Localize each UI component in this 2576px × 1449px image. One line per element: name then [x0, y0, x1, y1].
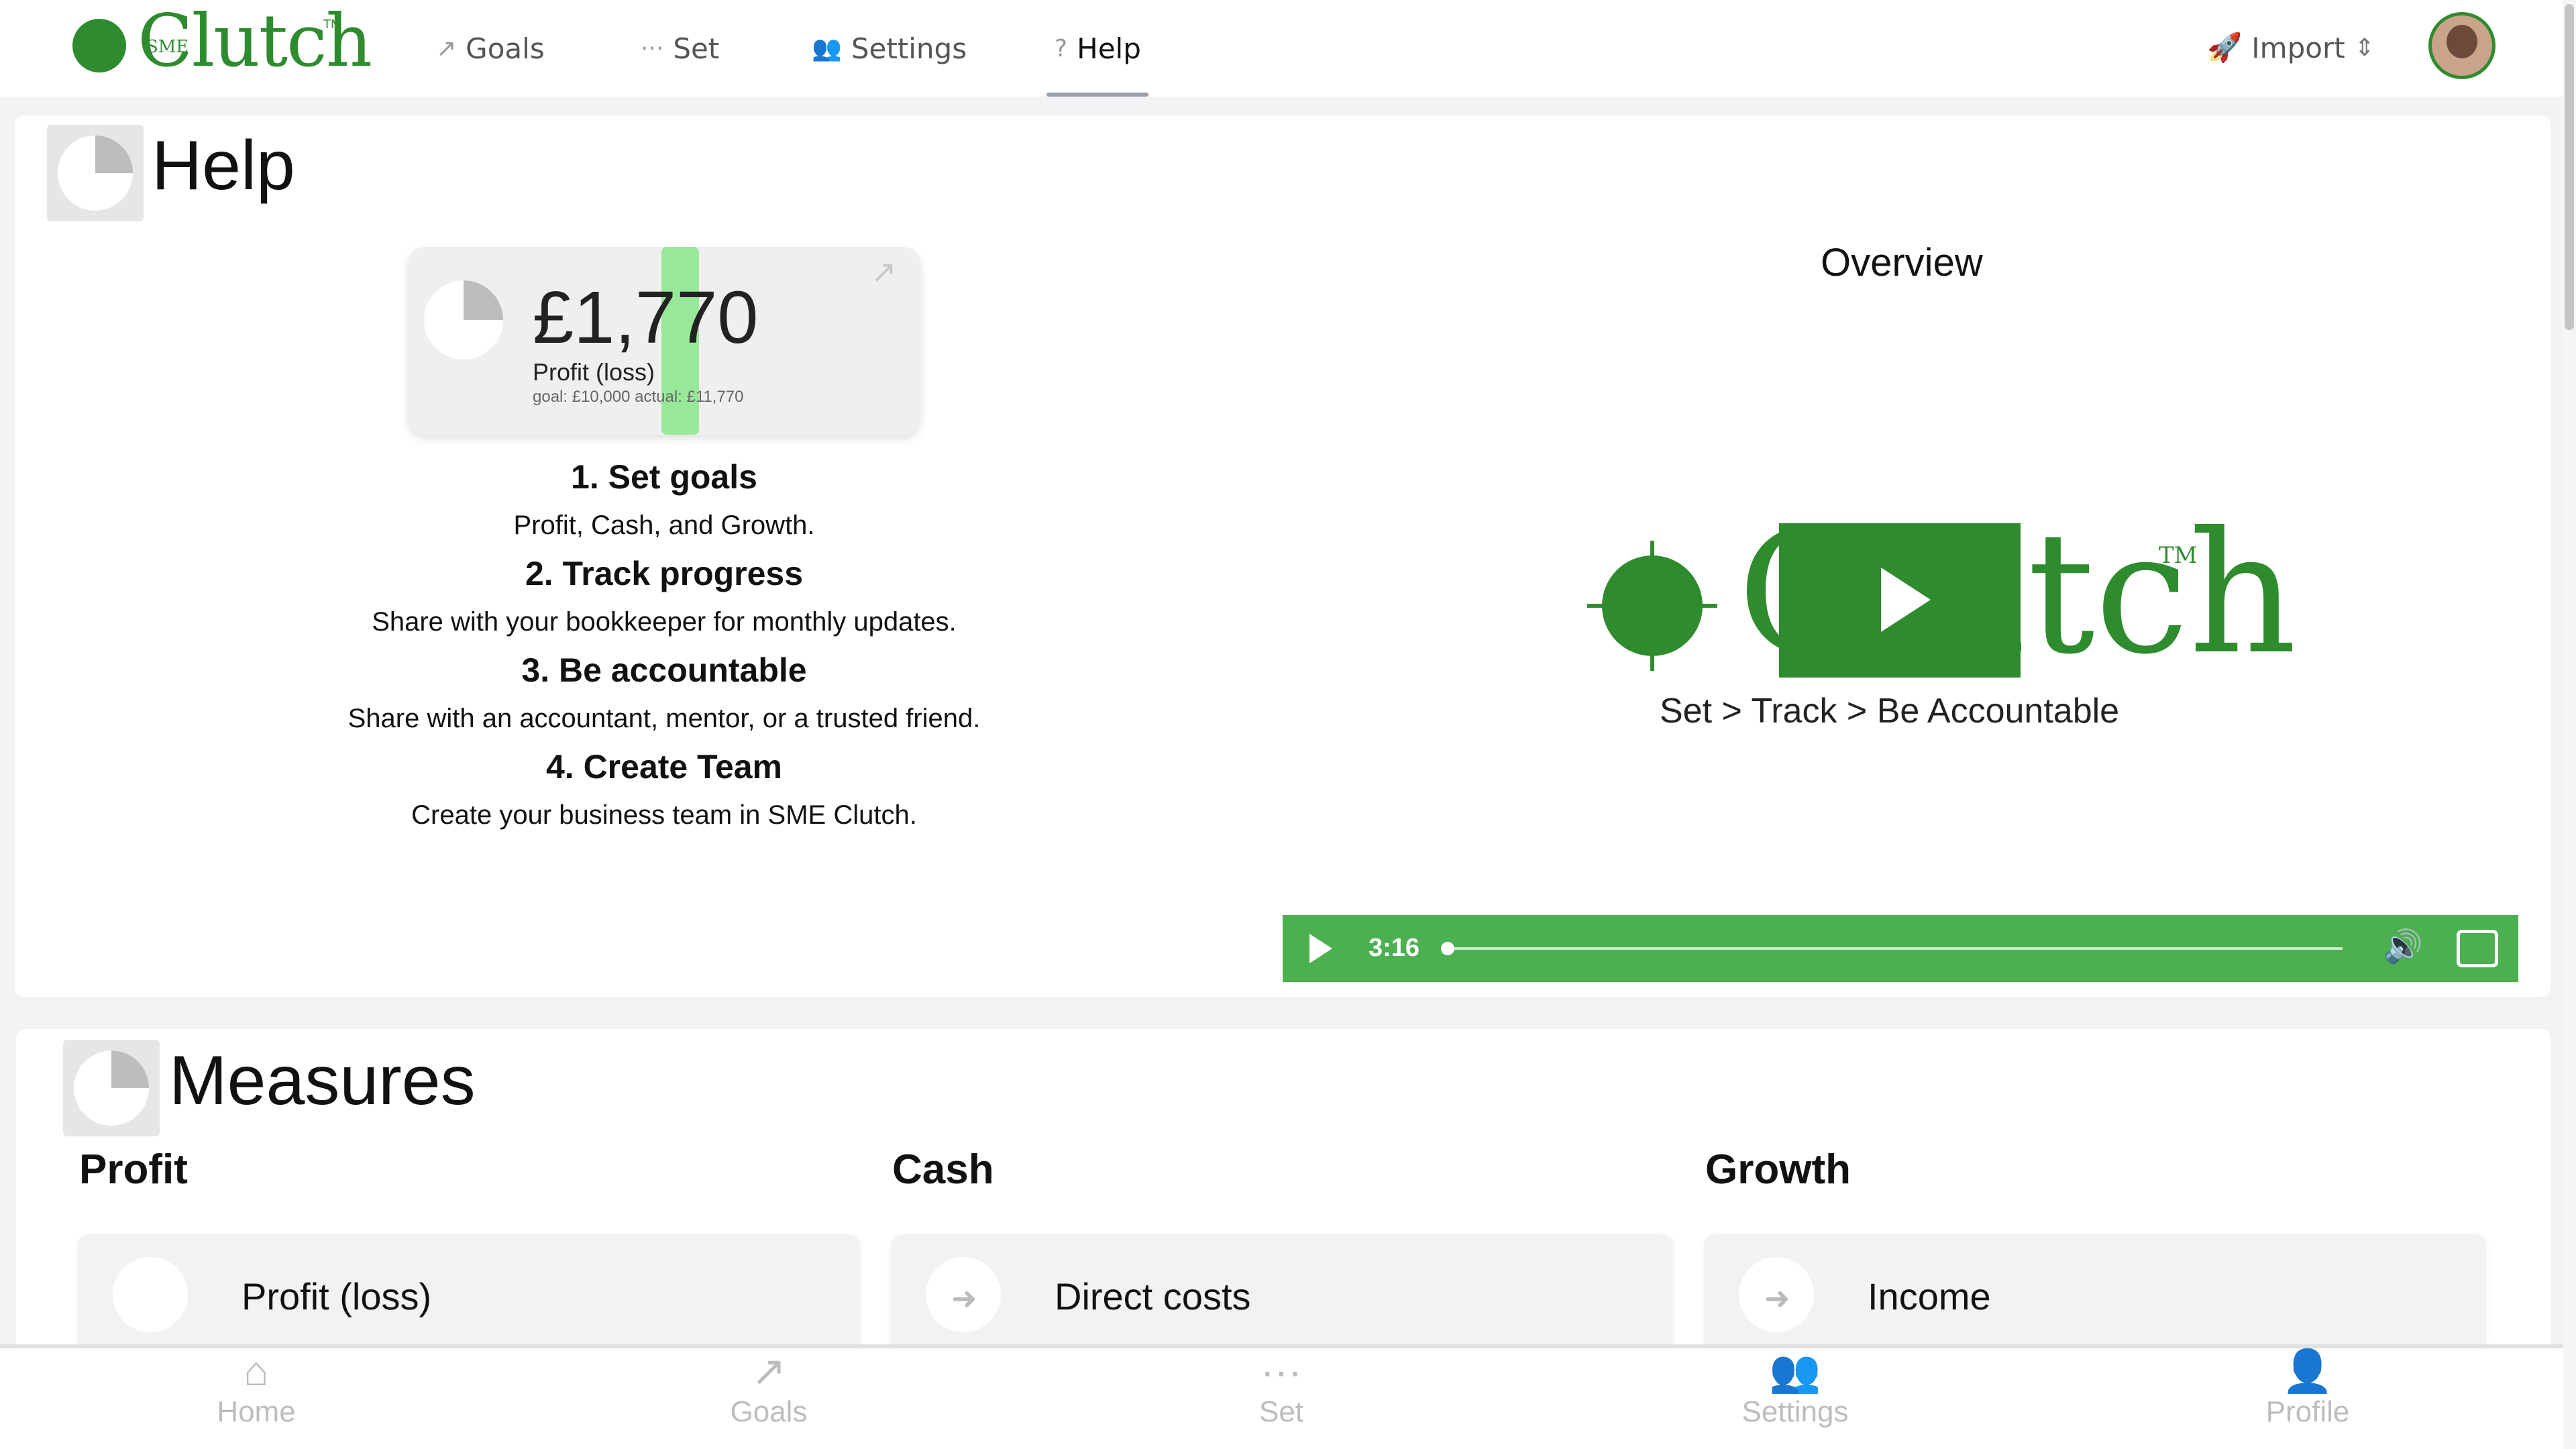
bottom-nav-label: Set — [1258, 1395, 1304, 1428]
step-title: 4. Create Team — [545, 748, 783, 786]
column-heading-growth: Growth — [1705, 1146, 1851, 1193]
video-time: 3:16 — [1368, 934, 1420, 962]
import-label: Import — [2251, 31, 2345, 64]
help-steps: 1. Set goals Profit, Cash, and Growth. 2… — [221, 453, 1107, 840]
step-desc: Create your business team in SME Clutch. — [411, 800, 917, 830]
help-section-icon — [47, 125, 144, 221]
kpi-value: £1,770 — [533, 276, 759, 359]
measure-label: Direct costs — [1055, 1275, 1251, 1318]
home-icon: ⌂ — [244, 1348, 269, 1395]
clutch-logo-icon[interactable] — [72, 19, 126, 72]
bottom-nav-goals[interactable]: ↗ Goals — [668, 1348, 869, 1429]
trend-icon: ↗ — [436, 34, 457, 62]
bottom-nav-label: Home — [217, 1395, 296, 1428]
question-icon: ? — [1055, 34, 1068, 62]
step-title: 1. Set goals — [571, 458, 757, 496]
nav-set[interactable]: ··· Set — [641, 32, 720, 65]
bottom-nav-set[interactable]: ··· Set — [1181, 1348, 1382, 1429]
video-title: Overview — [1821, 241, 1983, 284]
step-title: 3. Be accountable — [521, 651, 807, 689]
logo-sme-text: SME — [146, 37, 189, 57]
arrow-right-icon: ➜ — [951, 1280, 977, 1316]
bottom-nav-home[interactable]: ⌂ Home — [156, 1348, 357, 1429]
fullscreen-icon[interactable] — [2457, 930, 2498, 967]
nav-settings[interactable]: 👥 Settings — [812, 32, 967, 65]
dots-icon: ··· — [641, 34, 664, 62]
nav-active-indicator — [1046, 93, 1148, 97]
chevron-up-down-icon: ⇕ — [2354, 34, 2375, 62]
kpi-pie-icon — [424, 280, 503, 360]
nav-help-label: Help — [1077, 32, 1141, 65]
rocket-icon: 🚀 — [2207, 31, 2243, 64]
bottom-nav-profile[interactable]: 👤 Profile — [2207, 1348, 2408, 1429]
user-gear-icon: 👤 — [2282, 1348, 2334, 1395]
nav-goals[interactable]: ↗ Goals — [436, 32, 545, 65]
pie-icon — [113, 1257, 188, 1332]
video-play-button[interactable] — [1779, 523, 2021, 678]
video-seek-bar[interactable] — [1448, 947, 2343, 950]
video-tagline: Set > Track > Be Accountable — [1660, 692, 2120, 731]
measure-label: Income — [1868, 1275, 1991, 1318]
arrow-right-icon: ➜ — [1764, 1280, 1790, 1316]
bottom-nav-label: Profile — [2265, 1395, 2350, 1428]
column-heading-profit: Profit — [79, 1146, 188, 1193]
column-heading-cash: Cash — [892, 1146, 994, 1193]
measures-title: Measures — [169, 1042, 476, 1120]
video-seek-handle[interactable] — [1441, 942, 1454, 955]
nav-help[interactable]: ? Help — [1055, 32, 1141, 65]
nav-set-label: Set — [673, 32, 720, 65]
measures-section-icon — [63, 1040, 160, 1136]
step-desc: Share with your bookkeeper for monthly u… — [372, 607, 957, 637]
video-logo-icon — [1602, 555, 1703, 656]
scrollbar-thumb[interactable] — [2565, 4, 2574, 330]
users-gear-icon: 👥 — [812, 35, 842, 62]
trend-icon: ↗ — [871, 254, 897, 290]
video-controls: 3:16 🔊 — [1283, 915, 2518, 982]
user-avatar[interactable] — [2428, 12, 2496, 79]
kpi-label: Profit (loss) — [533, 358, 655, 386]
trend-icon: ↗ — [751, 1348, 786, 1395]
step-desc: Profit, Cash, and Growth. — [513, 511, 815, 540]
play-icon[interactable] — [1309, 934, 1332, 963]
help-title: Help — [152, 127, 295, 205]
step-title: 2. Track progress — [525, 555, 804, 592]
volume-icon[interactable]: 🔊 — [2383, 927, 2423, 965]
nav-settings-label: Settings — [851, 32, 967, 65]
nav-goals-label: Goals — [466, 32, 545, 65]
dots-icon: ··· — [1260, 1348, 1302, 1395]
import-dropdown[interactable]: 🚀 Import ⇕ — [2207, 31, 2375, 64]
users-gear-icon: 👥 — [1769, 1348, 1821, 1395]
video-brand-tm: TM — [2159, 542, 2198, 569]
logo-tm: TM — [323, 17, 341, 32]
step-desc: Share with an accountant, mentor, or a t… — [347, 704, 981, 733]
top-navigation-bar: Clutch SME TM ↗ Goals ··· Set 👥 Settings… — [0, 0, 2563, 97]
bottom-nav-label: Settings — [1741, 1395, 1849, 1428]
kpi-goal-actual: goal: £10,000 actual: £11,770 — [533, 388, 744, 406]
bottom-nav-label: Goals — [730, 1395, 808, 1428]
measure-label: Profit (loss) — [241, 1275, 432, 1318]
profit-kpi-card[interactable]: £1,770 Profit (loss) goal: £10,000 actua… — [408, 247, 920, 435]
bottom-nav-settings[interactable]: 👥 Settings — [1695, 1348, 1896, 1429]
